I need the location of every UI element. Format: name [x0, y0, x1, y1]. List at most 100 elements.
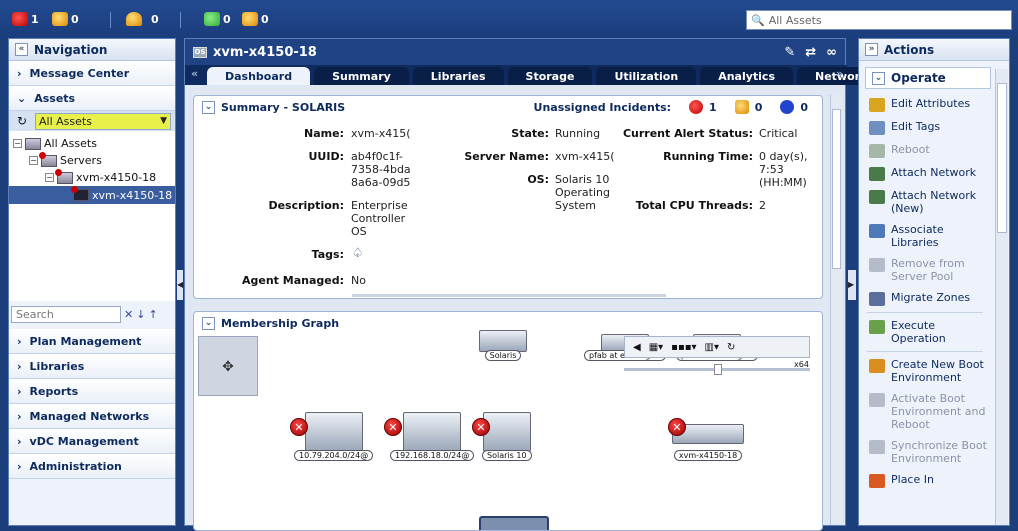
graph-node[interactable]: Solaris	[479, 330, 527, 361]
summary-header[interactable]: ⌄ Summary - SOLARIS Unassigned Incidents…	[194, 96, 822, 118]
refresh-icon[interactable]: ↻	[13, 114, 31, 128]
tab-bar: « Dashboard Summary Libraries Storage Ut…	[185, 65, 892, 85]
tree-node[interactable]: − Servers	[9, 151, 175, 169]
horizontal-scrollbar[interactable]	[352, 294, 666, 297]
page-title: xvm-x4150-18	[213, 44, 317, 60]
asset-filter-select[interactable]: All Assets ▼	[35, 112, 171, 130]
action-place-in[interactable]: Place In	[859, 469, 991, 492]
scroll-thumb[interactable]	[832, 109, 841, 269]
scroll-thumb[interactable]	[997, 83, 1007, 233]
action-create-new-boot-environment[interactable]: Create New Boot Environment	[859, 354, 991, 388]
tag-icon[interactable]: ♤	[352, 246, 364, 261]
arrow-down-icon[interactable]: ↓	[136, 308, 145, 321]
action-associate-libraries[interactable]: Associate Libraries	[859, 219, 991, 253]
warning-incidents-indicator[interactable]: 0	[52, 12, 79, 26]
action-list: Edit Attributes Edit Tags Reboot Attach Net…	[859, 93, 991, 492]
plan-management-section[interactable]: › Plan Management	[9, 329, 175, 354]
operate-section-header[interactable]: ⌄ Operate	[865, 67, 991, 89]
libraries-section[interactable]: › Libraries	[9, 354, 175, 379]
main-title-bar: OS xvm-x4150-18 ✎ ⇄ ∞	[185, 39, 845, 65]
action-edit-attributes[interactable]: Edit Attributes	[859, 93, 991, 116]
message-center-section[interactable]: › Message Center	[9, 61, 175, 86]
execute-operation-icon	[869, 320, 885, 334]
bottom-node-icon[interactable]	[479, 516, 549, 530]
edit-attributes-icon	[869, 98, 885, 112]
reports-section[interactable]: › Reports	[9, 379, 175, 404]
clear-icon[interactable]: ✕	[124, 308, 133, 321]
action-synchronize-boot-environment[interactable]: Synchronize Boot Environment	[859, 435, 991, 469]
assets-section[interactable]: ⌄ Assets	[9, 86, 175, 111]
inc-info-count[interactable]: 0	[800, 101, 808, 114]
graph-node[interactable]: xvm-x4150-18 ✕	[668, 418, 744, 461]
collapse-icon[interactable]: −	[13, 139, 22, 148]
tab-scroll-left-icon[interactable]: «	[191, 67, 198, 80]
previous-icon[interactable]: ◀	[633, 342, 641, 353]
action-migrate-zones[interactable]: Migrate Zones	[859, 287, 991, 310]
tab-scroll-right-icon[interactable]: »	[836, 67, 843, 80]
action-attach-network-new[interactable]: Attach Network (New)	[859, 185, 991, 219]
action-execute-operation[interactable]: Execute Operation	[859, 315, 991, 349]
tree-node[interactable]: − xvm-x4150-18	[9, 168, 175, 186]
collapse-icon[interactable]: −	[29, 156, 38, 165]
attach-network-icon	[869, 167, 885, 181]
graph-node[interactable]: Solaris 10 ✕	[472, 412, 532, 461]
navigation-title: Navigation	[34, 42, 108, 57]
inc-critical-count[interactable]: 1	[709, 101, 717, 114]
pan-control[interactable]: ✥	[198, 336, 258, 396]
users-warning-indicator[interactable]: 0	[242, 12, 269, 26]
unassigned-indicator[interactable]: 0	[126, 12, 159, 26]
network-dropdown[interactable]: ▪▪▪▾	[671, 342, 696, 353]
graph-node[interactable]: 10.79.204.0/24@ ✕	[290, 412, 374, 461]
inc-warning-count[interactable]: 0	[755, 101, 763, 114]
tab-storage[interactable]: Storage	[507, 67, 593, 85]
collapse-icon[interactable]: ⌄	[202, 100, 215, 114]
error-icon: ✕	[472, 418, 490, 436]
network-node-icon	[304, 412, 363, 452]
administration-section[interactable]: › Administration	[9, 454, 175, 479]
graph-node[interactable]: 192.168.18.0/24@ ✕	[384, 412, 475, 461]
managed-networks-section[interactable]: › Managed Networks	[9, 404, 175, 429]
tree-node[interactable]: − All Assets	[9, 135, 175, 152]
tab-utilization[interactable]: Utilization	[596, 67, 697, 85]
tab-analytics[interactable]: Analytics	[700, 67, 793, 85]
tree-node-selected[interactable]: xvm-x4150-18	[9, 186, 175, 204]
users-critical-indicator[interactable]: 0	[204, 12, 231, 26]
global-search-input[interactable]: 🔍 All Assets	[746, 10, 1012, 30]
tree-node-label: xvm-x4150-18	[92, 188, 173, 202]
action-label: Synchronize Boot Environment	[891, 439, 987, 465]
collapse-navigation-button[interactable]: «	[15, 43, 28, 56]
grid-dropdown[interactable]: ▥▾	[705, 342, 719, 353]
navigation-search-input[interactable]: Search	[11, 305, 121, 323]
edit-icon[interactable]: ✎	[784, 45, 795, 60]
critical-icon	[689, 100, 704, 114]
action-remove-from-server-pool[interactable]: Remove from Server Pool	[859, 253, 991, 287]
sync-icon[interactable]: ⇄	[805, 45, 816, 60]
vdc-management-section[interactable]: › vDC Management	[9, 429, 175, 454]
membership-graph-card: ⌄ Membership Graph ✥ Solaris pfab at e10…	[193, 311, 823, 531]
collapse-right-handle[interactable]: ▶	[848, 270, 856, 300]
tab-dashboard[interactable]: Dashboard	[207, 67, 311, 85]
refresh-icon[interactable]: ↻	[727, 342, 735, 353]
action-attach-network[interactable]: Attach Network	[859, 162, 991, 185]
section-label: Managed Networks	[29, 409, 150, 423]
topbar-separator	[180, 12, 181, 28]
collapse-icon[interactable]: ⌄	[202, 316, 215, 330]
collapse-left-handle[interactable]: ◀	[177, 270, 183, 300]
arrow-up-icon[interactable]: ↑	[148, 308, 157, 321]
collapse-actions-button[interactable]: »	[865, 43, 878, 56]
actions-scrollbar[interactable]	[995, 69, 1008, 525]
action-activate-boot-environment-and-reboot[interactable]: Activate Boot Environment and Reboot	[859, 388, 991, 435]
zoom-slider-thumb[interactable]	[714, 364, 722, 375]
action-edit-tags[interactable]: Edit Tags	[859, 116, 991, 139]
collapse-icon[interactable]: −	[45, 173, 54, 182]
critical-incidents-indicator[interactable]: 1	[12, 12, 39, 26]
link-icon[interactable]: ∞	[826, 45, 837, 60]
tab-libraries[interactable]: Libraries	[412, 67, 504, 85]
main-scrollbar[interactable]	[830, 95, 842, 525]
layout-dropdown[interactable]: ▦▾	[649, 342, 663, 353]
tab-label: Storage	[525, 69, 575, 83]
zoom-slider[interactable]	[624, 364, 810, 375]
action-reboot[interactable]: Reboot	[859, 139, 991, 162]
tab-summary[interactable]: Summary	[314, 67, 409, 85]
chevron-right-icon: ›	[17, 384, 22, 398]
